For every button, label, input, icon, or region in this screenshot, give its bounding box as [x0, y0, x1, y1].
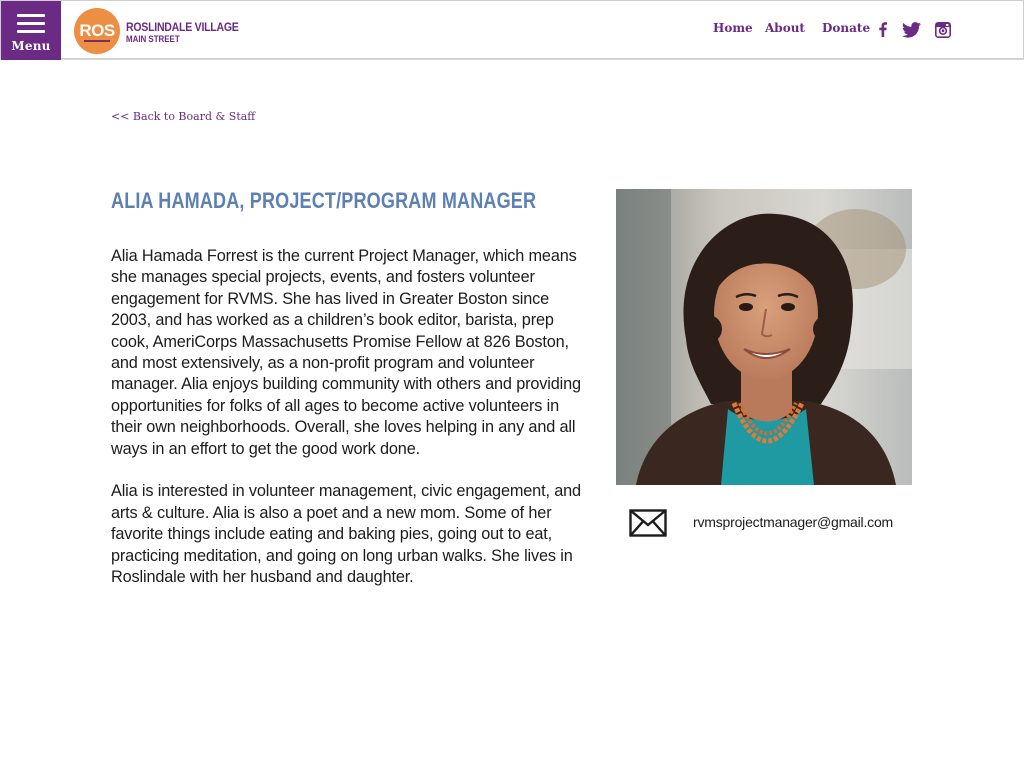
logo-name: ROSLINDALE VILLAGE [126, 20, 239, 34]
site-logo[interactable]: ROS ROSLINDALE VILLAGE MAIN STREET [74, 8, 244, 54]
nav-donate[interactable]: Donate [822, 21, 870, 35]
twitter-icon[interactable] [902, 22, 921, 38]
site-header: Menu ROS ROSLINDALE VILLAGE MAIN STREET … [0, 0, 1024, 60]
bio-paragraph: Alia is interested in volunteer manageme… [111, 482, 581, 587]
menu-button[interactable]: Menu [1, 1, 61, 60]
email-link[interactable]: rvmsprojectmanager@gmail.com [693, 514, 893, 530]
profile-photo [616, 189, 912, 485]
email-icon[interactable] [629, 509, 667, 542]
bio-text: Alia Hamada Forrest is the current Proje… [111, 246, 589, 610]
instagram-icon[interactable] [935, 22, 951, 38]
logo-subtitle: MAIN STREET [126, 34, 180, 44]
hamburger-icon [17, 14, 45, 38]
page-title: ALIA HAMADA, PROJECT/PROGRAM MANAGER [111, 188, 537, 213]
bio-paragraph: Alia Hamada Forrest is the current Proje… [111, 247, 581, 458]
logo-mark: ROS [74, 8, 120, 54]
nav-about[interactable]: About [765, 21, 805, 35]
facebook-icon[interactable] [879, 22, 887, 37]
menu-label: Menu [11, 39, 51, 53]
back-to-board-link[interactable]: << Back to Board & Staff [111, 110, 255, 123]
nav-home[interactable]: Home [713, 21, 753, 35]
